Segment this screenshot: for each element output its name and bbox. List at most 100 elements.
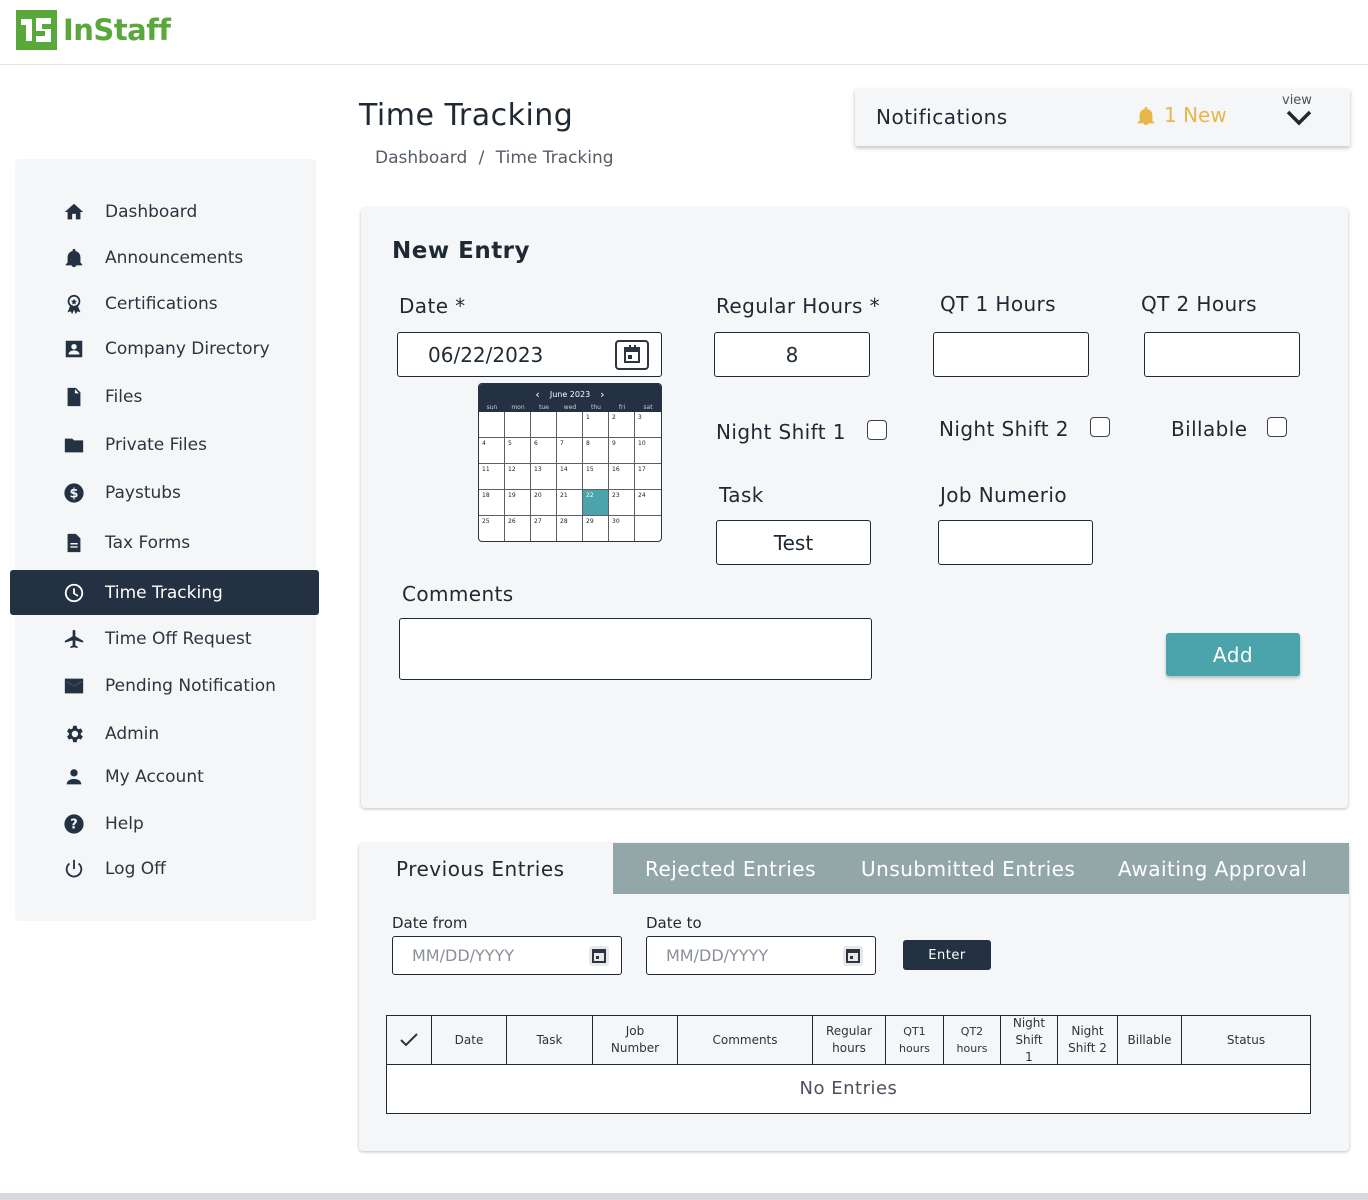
column-header-comments[interactable]: Comments xyxy=(678,1016,813,1064)
night-shift-1-checkbox[interactable] xyxy=(867,420,887,440)
sidebar-item-dashboard[interactable]: Dashboard xyxy=(10,189,319,234)
calendar-day[interactable]: 5 xyxy=(505,438,531,464)
sidebar-item-label: Log Off xyxy=(105,858,166,879)
calendar-day[interactable]: 19 xyxy=(505,490,531,516)
column-header-date[interactable]: Date xyxy=(432,1016,507,1064)
weekday-label: thu xyxy=(591,404,601,411)
calendar-day[interactable]: 11 xyxy=(479,464,505,490)
sidebar-item-private-files[interactable]: Private Files xyxy=(10,422,319,467)
column-header-status[interactable]: Status xyxy=(1182,1016,1310,1064)
chevron-left-icon[interactable]: ‹ xyxy=(535,388,539,401)
sidebar-item-admin[interactable]: Admin xyxy=(10,711,319,756)
calendar-day[interactable]: 18 xyxy=(479,490,505,516)
clock-icon xyxy=(62,581,86,605)
calendar-day[interactable]: 4 xyxy=(479,438,505,464)
chevron-down-icon[interactable] xyxy=(1285,109,1313,127)
previous-entries-card: Previous Entries Rejected Entries Unsubm… xyxy=(359,843,1349,1151)
logo[interactable]: InStaff xyxy=(16,10,171,50)
billable-checkbox[interactable] xyxy=(1267,417,1287,437)
billable-label: Billable xyxy=(1171,417,1248,441)
enter-button[interactable]: Enter xyxy=(903,940,991,970)
calendar-day[interactable]: 20 xyxy=(531,490,557,516)
date-to-input[interactable]: MM/DD/YYYY xyxy=(646,936,876,975)
sidebar-item-announcements[interactable]: Announcements xyxy=(10,235,319,280)
calendar-day[interactable]: 16 xyxy=(609,464,635,490)
calendar-day[interactable]: 7 xyxy=(557,438,583,464)
breadcrumb-dashboard-link[interactable]: Dashboard xyxy=(375,148,467,168)
regular-hours-input[interactable]: 8 xyxy=(714,332,870,377)
tab-unsubmitted-entries[interactable]: Unsubmitted Entries xyxy=(861,843,1075,894)
column-header-qt1-hours[interactable]: QT1 hours xyxy=(886,1016,944,1064)
select-all-check-icon[interactable] xyxy=(387,1016,432,1064)
sidebar-item-certifications[interactable]: Certifications xyxy=(10,281,319,326)
column-header-qt2-hours[interactable]: QT2 hours xyxy=(944,1016,1001,1064)
date-input[interactable]: 06/22/2023 xyxy=(397,332,662,377)
bottom-scrollbar[interactable] xyxy=(0,1193,1368,1200)
sidebar-item-time-tracking[interactable]: Time Tracking xyxy=(10,570,319,615)
notifications-panel[interactable]: Notifications 1 New view xyxy=(855,89,1350,146)
calendar-icon[interactable] xyxy=(587,944,611,968)
notifications-view-label[interactable]: view xyxy=(1282,93,1312,108)
column-header-billable[interactable]: Billable xyxy=(1118,1016,1182,1064)
job-number-input[interactable] xyxy=(938,520,1093,565)
tab-awaiting-approval[interactable]: Awaiting Approval xyxy=(1118,843,1307,894)
calendar-day[interactable]: 2 xyxy=(609,412,635,438)
calendar-day[interactable]: 8 xyxy=(583,438,609,464)
calendar-day[interactable]: 25 xyxy=(479,516,505,541)
add-button[interactable]: Add xyxy=(1166,633,1300,676)
sidebar-item-time-off-request[interactable]: Time Off Request xyxy=(10,616,319,661)
calendar-day[interactable]: 13 xyxy=(531,464,557,490)
calendar-day[interactable]: 30 xyxy=(609,516,635,541)
calendar-day[interactable]: 29 xyxy=(583,516,609,541)
sidebar-item-label: Company Directory xyxy=(105,338,270,359)
calendar-day[interactable]: 1 xyxy=(583,412,609,438)
date-label: Date * xyxy=(399,294,466,318)
sidebar-item-files[interactable]: Files xyxy=(10,374,319,419)
calendar-icon[interactable] xyxy=(615,340,649,370)
calendar-icon[interactable] xyxy=(841,944,865,968)
chevron-right-icon[interactable]: › xyxy=(600,388,604,401)
calendar-day[interactable]: 23 xyxy=(609,490,635,516)
calendar-day[interactable]: 14 xyxy=(557,464,583,490)
calendar-day-selected[interactable]: 22 xyxy=(583,490,609,516)
column-header-night-shift-2[interactable]: Night Shift 2 xyxy=(1058,1016,1118,1064)
date-picker-calendar[interactable]: ‹ June 2023 › sun mon tue wed thu fri sat 1234… xyxy=(478,383,662,542)
calendar-day[interactable]: 17 xyxy=(635,464,661,490)
qt1-hours-input[interactable] xyxy=(933,332,1089,377)
sidebar-item-help[interactable]: ? Help xyxy=(10,801,319,846)
tab-previous-entries[interactable]: Previous Entries xyxy=(359,843,613,894)
column-header-task[interactable]: Task xyxy=(507,1016,593,1064)
sidebar-item-tax-forms[interactable]: Tax Forms xyxy=(10,520,319,565)
qt2-hours-input[interactable] xyxy=(1144,332,1300,377)
calendar-day[interactable]: 15 xyxy=(583,464,609,490)
column-header-job-number[interactable]: Job Number xyxy=(593,1016,678,1064)
sidebar-item-log-off[interactable]: Log Off xyxy=(10,846,319,891)
calendar-day[interactable]: 27 xyxy=(531,516,557,541)
calendar-day[interactable]: 10 xyxy=(635,438,661,464)
calendar-day[interactable]: 12 xyxy=(505,464,531,490)
night-shift-2-checkbox[interactable] xyxy=(1090,417,1110,437)
date-to-label: Date to xyxy=(646,914,702,932)
calendar-day[interactable]: 3 xyxy=(635,412,661,438)
calendar-day[interactable]: 21 xyxy=(557,490,583,516)
calendar-month-label: June 2023 xyxy=(549,389,591,399)
sidebar-item-label: Certifications xyxy=(105,293,218,314)
calendar-day[interactable]: 26 xyxy=(505,516,531,541)
column-header-night-shift-1[interactable]: Night Shift 1 xyxy=(1001,1016,1058,1064)
sidebar-item-pending-notification[interactable]: Pending Notification xyxy=(10,663,319,708)
calendar-day[interactable]: 9 xyxy=(609,438,635,464)
calendar-day[interactable]: 28 xyxy=(557,516,583,541)
date-from-input[interactable]: MM/DD/YYYY xyxy=(392,936,622,975)
sidebar-item-paystubs[interactable]: $ Paystubs xyxy=(10,470,319,515)
calendar-day[interactable]: 24 xyxy=(635,490,661,516)
night-shift-1-label: Night Shift 1 xyxy=(716,420,846,444)
sidebar-item-company-directory[interactable]: Company Directory xyxy=(10,326,319,371)
new-entry-card: New Entry Date * 06/22/2023 ‹ June 2023 … xyxy=(361,208,1348,808)
tab-rejected-entries[interactable]: Rejected Entries xyxy=(645,843,816,894)
comments-input[interactable] xyxy=(399,618,872,680)
task-input[interactable]: Test xyxy=(716,520,871,565)
date-from-label: Date from xyxy=(392,914,468,932)
sidebar-item-my-account[interactable]: My Account xyxy=(10,754,319,799)
column-header-regular-hours[interactable]: Regular hours xyxy=(813,1016,886,1064)
calendar-day[interactable]: 6 xyxy=(531,438,557,464)
